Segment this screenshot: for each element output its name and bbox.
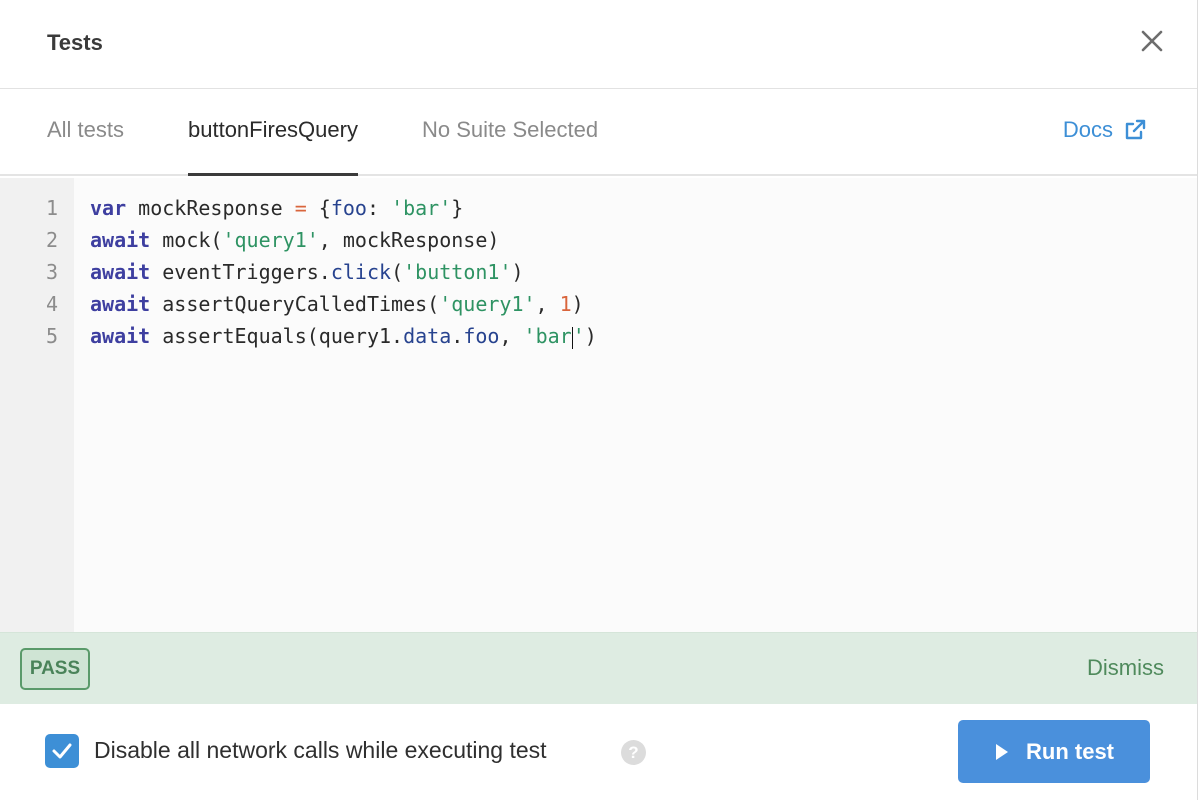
dismiss-button[interactable]: Dismiss — [1087, 655, 1164, 681]
tab-current-test[interactable]: buttonFiresQuery — [188, 117, 358, 176]
close-icon — [1141, 30, 1163, 52]
tab-all-tests[interactable]: All tests — [47, 117, 124, 176]
code-token: ) — [571, 292, 584, 316]
tab-bar: All tests buttonFiresQuery No Suite Sele… — [0, 89, 1197, 176]
line-number: 2 — [45, 228, 58, 252]
code-line: await eventTriggers.click('button1') — [90, 260, 524, 284]
code-token: ) — [511, 260, 524, 284]
code-token: 'button1' — [403, 260, 512, 284]
help-icon[interactable]: ? — [621, 740, 646, 765]
code-token: mock( — [150, 228, 223, 252]
code-token: mockResponse — [126, 196, 295, 220]
code-token: await — [90, 228, 151, 252]
code-line: await assertQueryCalledTimes('query1', 1… — [90, 292, 584, 316]
modal-footer: Disable all network calls while executin… — [0, 704, 1197, 800]
code-token: { — [306, 196, 331, 220]
code-line: await assertEquals(query1.data.foo, 'bar… — [90, 324, 597, 349]
code-token: , — [535, 292, 560, 316]
code-token: , — [499, 324, 524, 348]
line-number: 3 — [45, 260, 58, 284]
code-token: ' — [572, 324, 585, 348]
code-token: = — [294, 196, 307, 220]
code-token: 'bar — [523, 324, 572, 348]
code-token: 'query1' — [222, 228, 319, 252]
test-result-bar: PASS Dismiss — [0, 632, 1197, 704]
code-line: var mockResponse = {foo: 'bar'} — [90, 196, 463, 220]
code-token: foo — [330, 196, 367, 220]
code-token: } — [451, 196, 464, 220]
code-token: 'bar' — [391, 196, 452, 220]
code-token: eventTriggers. — [150, 260, 331, 284]
code-token: . — [451, 324, 464, 348]
pass-badge: PASS — [20, 648, 90, 690]
code-token: , mockResponse) — [318, 228, 500, 252]
code-token: assertQueryCalledTimes( — [150, 292, 440, 316]
modal-title: Tests — [47, 30, 103, 55]
docs-label: Docs — [1062, 117, 1113, 142]
code-token: click — [330, 260, 392, 284]
code-token: ) — [584, 324, 597, 348]
disable-network-checkbox[interactable] — [45, 734, 79, 768]
line-number: 5 — [45, 324, 58, 348]
docs-link[interactable]: Docs — [1063, 117, 1147, 143]
line-gutter: 1 2 3 4 5 — [0, 178, 74, 632]
code-token: 1 — [559, 292, 572, 316]
external-link-icon — [1125, 119, 1146, 140]
play-icon — [996, 743, 1008, 760]
line-number: 1 — [45, 196, 58, 220]
code-token: 'query1' — [439, 292, 536, 316]
check-icon — [52, 743, 72, 759]
code-token: : — [366, 196, 392, 220]
tab-suite[interactable]: No Suite Selected — [422, 117, 598, 176]
code-editor[interactable]: 12345 var mockResponse = {foo: 'bar'} awa… — [0, 178, 1197, 632]
code-token: ( — [391, 260, 404, 284]
line-number: 4 — [45, 292, 58, 316]
disable-network-label: Disable all network calls while executin… — [94, 737, 547, 763]
code-token: await — [90, 260, 151, 284]
code-token: await — [90, 292, 151, 316]
code-line: await mock('query1', mockResponse) — [90, 228, 499, 252]
run-test-label: Run test — [1026, 738, 1114, 764]
modal-header: Tests — [0, 0, 1197, 89]
run-test-button[interactable]: Run test — [958, 720, 1150, 783]
code-token: data — [403, 324, 452, 348]
code-token: await — [90, 324, 151, 348]
close-button[interactable] — [1137, 26, 1167, 56]
code-token: var — [90, 196, 127, 220]
tests-modal: Tests All tests buttonFiresQuery No Suit… — [0, 0, 1198, 800]
code-token: foo — [463, 324, 500, 348]
code-token: assertEquals(query1. — [150, 324, 404, 348]
